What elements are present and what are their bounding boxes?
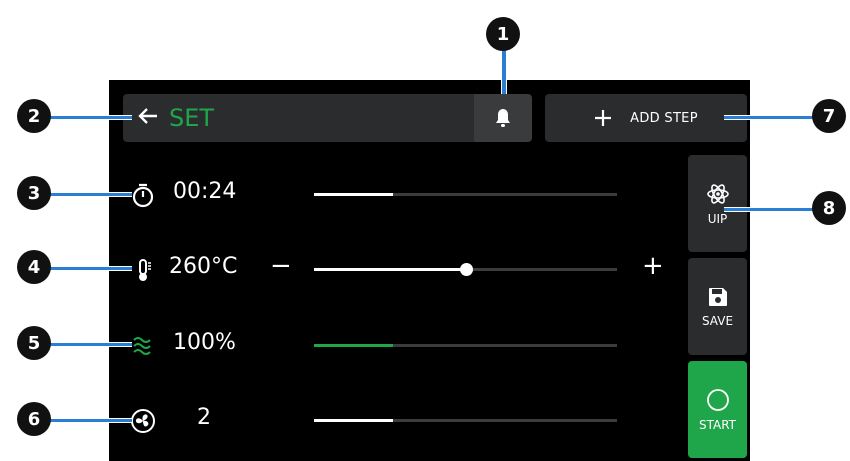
callout-leader-5 <box>50 342 132 347</box>
callout-badge: 3 <box>17 176 51 210</box>
header-bar: SET <box>123 94 474 142</box>
plus-icon <box>595 110 612 126</box>
humidity-value: 100% <box>173 330 236 355</box>
temperature-value: 260°C <box>169 254 238 279</box>
bell-icon <box>496 109 510 127</box>
time-slider-fill <box>314 193 393 196</box>
fan-icon <box>131 409 155 433</box>
time-slider[interactable] <box>314 193 617 196</box>
time-value: 00:24 <box>173 179 237 204</box>
humidity-row: 100% <box>130 325 630 365</box>
thermometer-icon <box>139 259 151 281</box>
fan-slider[interactable] <box>314 419 617 422</box>
notification-button[interactable] <box>474 94 532 142</box>
add-step-button[interactable]: ADD STEP <box>545 94 747 142</box>
humidity-slider[interactable] <box>314 344 617 347</box>
start-button[interactable]: START <box>688 361 747 458</box>
callout-badge: 4 <box>17 250 51 284</box>
save-icon <box>708 287 727 306</box>
save-label: SAVE <box>701 313 734 328</box>
callout-badge: 5 <box>17 326 51 360</box>
start-label: START <box>698 417 737 432</box>
callout-leader-8 <box>724 207 816 212</box>
callout-leader-7 <box>724 115 816 120</box>
callout-badge: 1 <box>486 17 520 51</box>
temperature-increase-button[interactable]: + <box>642 251 664 281</box>
callout-badge: 8 <box>812 191 846 225</box>
fan-value: 2 <box>197 405 211 430</box>
temperature-row: 260°C − + <box>130 249 664 289</box>
fan-slider-fill <box>314 419 393 422</box>
time-row: 00:24 <box>130 174 630 214</box>
steam-icon <box>133 337 151 355</box>
uip-button[interactable]: UIP <box>688 155 747 252</box>
humidity-slider-fill <box>314 344 393 347</box>
page-title: SET <box>169 104 215 132</box>
save-button[interactable]: SAVE <box>688 258 747 355</box>
callout-badge: 7 <box>812 99 846 133</box>
fan-row: 2 <box>130 400 630 440</box>
callout-badge: 2 <box>17 99 51 133</box>
callout-leader-1 <box>501 48 507 94</box>
callout-leader-3 <box>50 192 132 197</box>
callout-badge: 6 <box>17 402 51 436</box>
temperature-slider-fill <box>314 268 466 271</box>
callout-leader-6 <box>50 418 132 423</box>
callout-leader-2 <box>50 115 132 120</box>
temperature-slider[interactable] <box>314 263 617 276</box>
timer-icon <box>132 183 154 208</box>
atom-icon <box>706 183 729 204</box>
add-step-label: ADD STEP <box>630 110 698 126</box>
circle-icon <box>706 388 729 411</box>
temperature-slider-knob[interactable] <box>459 263 473 276</box>
uip-label: UIP <box>707 211 728 226</box>
temperature-decrease-button[interactable]: − <box>270 251 292 281</box>
arrow-left-icon <box>138 107 157 124</box>
back-button[interactable] <box>137 105 159 132</box>
callout-leader-4 <box>50 266 132 271</box>
